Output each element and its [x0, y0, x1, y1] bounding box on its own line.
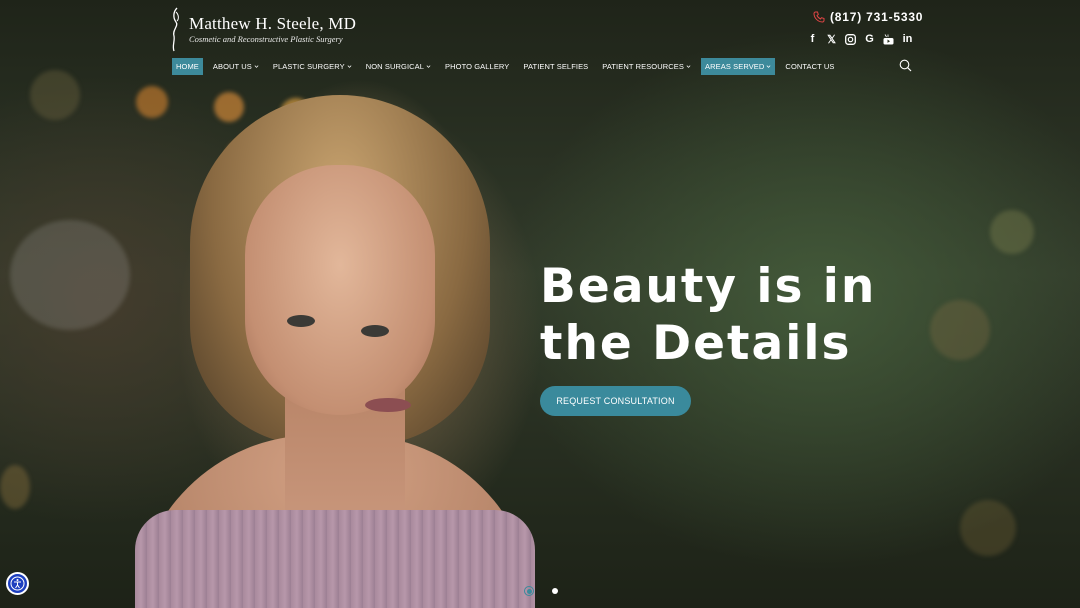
- social-links: f 𝕏 G in: [803, 31, 917, 47]
- instagram-icon[interactable]: [841, 31, 860, 47]
- chevron-down-icon: [766, 65, 771, 68]
- request-consultation-button[interactable]: REQUEST CONSULTATION: [540, 386, 691, 416]
- nav-item-label: PATIENT RESOURCES: [602, 62, 684, 71]
- x-icon[interactable]: 𝕏: [822, 31, 841, 47]
- nav-item-label: CONTACT US: [785, 62, 835, 71]
- main-nav: HOME ABOUT US PLASTIC SURGERY NON SURGIC…: [172, 58, 844, 75]
- slider-pagination: [524, 586, 560, 596]
- google-icon[interactable]: G: [860, 31, 879, 47]
- nav-item-label: PHOTO GALLERY: [445, 62, 510, 71]
- hero-headline-line2: the Details: [540, 316, 852, 371]
- brand-name: Matthew H. Steele, MD: [189, 13, 357, 33]
- chevron-down-icon: [686, 65, 691, 68]
- bokeh-light: [0, 465, 30, 509]
- slider-dot-1[interactable]: [524, 586, 534, 596]
- lips: [365, 398, 411, 412]
- accessibility-icon: [10, 576, 25, 591]
- nav-item-label: PLASTIC SURGERY: [272, 62, 345, 71]
- bokeh-light: [960, 500, 1016, 556]
- phone-number: (817) 731-5330: [830, 10, 924, 24]
- accessibility-button[interactable]: [6, 572, 29, 595]
- slider-dot-fill: [552, 588, 558, 594]
- bokeh-light: [10, 220, 130, 330]
- nav-item-about-us[interactable]: ABOUT US: [209, 58, 263, 75]
- phone-icon: [813, 11, 825, 23]
- dress: [135, 510, 535, 608]
- phone-link[interactable]: (817) 731-5330: [813, 10, 923, 24]
- brand-logo[interactable]: Matthew H. Steele, MD Cosmetic and Recon…: [168, 6, 356, 52]
- slider-dot-fill: [526, 588, 532, 594]
- nav-item-label: HOME: [176, 62, 199, 71]
- brand-text: Matthew H. Steele, MD Cosmetic and Recon…: [189, 14, 356, 45]
- nav-item-plastic-surgery[interactable]: PLASTIC SURGERY: [269, 58, 356, 75]
- bokeh-light: [990, 210, 1034, 254]
- chevron-down-icon: [426, 65, 431, 68]
- figure-logo-icon: [172, 7, 179, 52]
- nav-item-photo-gallery[interactable]: PHOTO GALLERY: [441, 58, 513, 75]
- brand-tagline: Cosmetic and Reconstructive Plastic Surg…: [189, 33, 343, 44]
- hero-headline: Beauty is in the Details: [540, 258, 920, 372]
- eye: [287, 315, 315, 327]
- nav-item-non-surgical[interactable]: NON SURGICAL: [362, 58, 435, 75]
- hero-headline-line1: Beauty is in: [540, 259, 877, 314]
- slider-dot-2[interactable]: [550, 586, 560, 596]
- chevron-down-icon: [347, 65, 352, 68]
- hero-model-photo: [135, 95, 535, 608]
- youtube-icon[interactable]: [879, 31, 898, 47]
- bokeh-light: [30, 70, 80, 120]
- nav-item-areas-served[interactable]: AREAS SERVED: [701, 58, 776, 75]
- nav-item-label: ABOUT US: [212, 62, 252, 71]
- chevron-down-icon: [254, 65, 259, 68]
- cta-label: REQUEST CONSULTATION: [556, 396, 675, 406]
- nav-item-patient-selfies[interactable]: PATIENT SELFIES: [519, 58, 592, 75]
- nav-item-label: PATIENT SELFIES: [523, 62, 589, 71]
- linkedin-icon[interactable]: in: [898, 31, 917, 47]
- nav-item-contact-us[interactable]: CONTACT US: [781, 58, 838, 75]
- bokeh-light: [930, 300, 990, 360]
- eye: [361, 325, 389, 337]
- nav-item-patient-resources[interactable]: PATIENT RESOURCES: [598, 58, 695, 75]
- search-button[interactable]: [899, 59, 912, 77]
- facebook-icon[interactable]: f: [803, 31, 822, 47]
- nav-item-label: AREAS SERVED: [705, 62, 765, 71]
- search-icon: [899, 59, 912, 72]
- nav-item-label: NON SURGICAL: [365, 62, 425, 71]
- nav-item-home[interactable]: HOME: [172, 58, 203, 75]
- face: [245, 165, 435, 415]
